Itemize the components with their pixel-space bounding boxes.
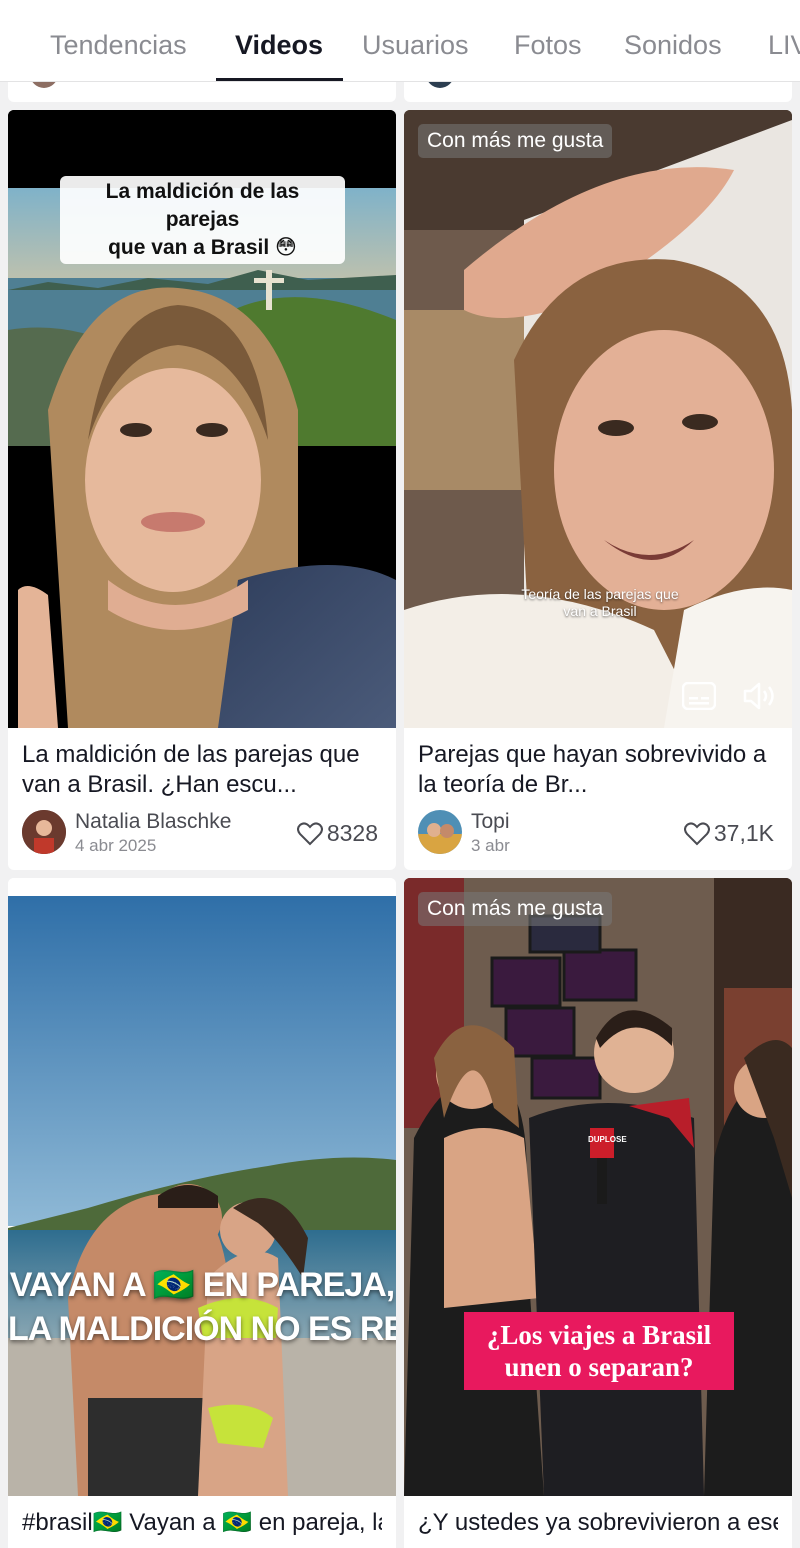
captions-icon[interactable]	[682, 682, 716, 710]
overlay-caption: ¿Los viajes a Brasil unen o separan?	[464, 1312, 734, 1390]
avatar-image	[418, 810, 462, 854]
tab-usuarios[interactable]: Usuarios	[362, 30, 469, 61]
overlay-caption-line: unen o separan?	[504, 1352, 694, 1382]
tab-fotos[interactable]: Fotos	[514, 30, 582, 61]
like-count: 37,1K	[683, 820, 774, 847]
sound-icon[interactable]	[742, 680, 778, 712]
thumbnail-image	[8, 878, 396, 1496]
video-card[interactable]: Con más me gusta Teoría de las parejas q…	[404, 110, 792, 870]
video-card[interactable]: Con más me gusta DUPLOSE ¿Los viajes a B…	[404, 878, 792, 1548]
tab-tendencias[interactable]: Tendencias	[50, 30, 187, 61]
video-thumbnail[interactable]: Con más me gusta DUPLOSE ¿Los viajes a B…	[404, 878, 792, 1496]
like-count-value: 37,1K	[713, 820, 774, 846]
post-date: 3 abr	[471, 836, 510, 855]
tab-sonidos[interactable]: Sonidos	[624, 30, 722, 61]
thumbnail-image	[404, 110, 792, 728]
post-date: 4 abr 2025	[75, 836, 157, 855]
video-thumbnail[interactable]: VAYAN A 🇧🇷 EN PAREJA, LA MALDICIÓN NO ES…	[8, 878, 396, 1496]
author-name[interactable]: Natalia Blaschke	[75, 810, 231, 834]
video-thumbnail[interactable]: La maldición de las parejas que van a Br…	[8, 110, 396, 728]
overlay-caption-line: VAYAN A 🇧🇷 EN PAREJA,	[9, 1266, 395, 1304]
avatar[interactable]	[22, 810, 66, 854]
overlay-caption: VAYAN A 🇧🇷 EN PAREJA, LA MALDICIÓN NO ES…	[8, 1263, 396, 1351]
video-title[interactable]: La maldición de las parejas que van a Br…	[22, 740, 382, 800]
previous-card-fragment[interactable]	[8, 68, 396, 102]
author-name[interactable]: Topi	[471, 810, 510, 834]
previous-card-fragment[interactable]	[404, 68, 792, 102]
avatar-image	[22, 810, 66, 854]
video-card[interactable]: La maldición de las parejas que van a Br…	[8, 110, 396, 870]
like-count-value: 8328	[326, 820, 378, 846]
video-title[interactable]: Parejas que hayan sobrevivido a la teorí…	[418, 740, 778, 800]
tab-videos[interactable]: Videos	[235, 30, 323, 61]
mic-brand-label: DUPLOSE	[588, 1135, 627, 1144]
most-liked-badge: Con más me gusta	[418, 892, 613, 926]
heart-icon	[296, 821, 323, 845]
avatar[interactable]	[418, 810, 462, 854]
overlay-caption-line: ¿Los viajes a Brasil	[486, 1320, 712, 1350]
active-tab-indicator	[216, 78, 343, 81]
overlay-caption: Teoría de las parejas que van a Brasil	[521, 586, 679, 619]
video-thumbnail[interactable]: Con más me gusta Teoría de las parejas q…	[404, 110, 792, 728]
overlay-caption-line: LA MALDICIÓN NO ES REAL 💘	[8, 1310, 396, 1348]
video-title[interactable]: #brasil🇧🇷 Vayan a 🇧🇷 en pareja, la maldi…	[22, 1508, 382, 1548]
like-count: 8328	[296, 820, 378, 847]
search-tabs: Tendencias Videos Usuarios Fotos Sonidos…	[0, 0, 800, 82]
thumbnail-image	[404, 878, 792, 1496]
overlay-caption: La maldición de las parejas que van a Br…	[60, 176, 345, 264]
video-card[interactable]: VAYAN A 🇧🇷 EN PAREJA, LA MALDICIÓN NO ES…	[8, 878, 396, 1548]
tab-live[interactable]: LIVE	[768, 30, 800, 61]
most-liked-badge: Con más me gusta	[418, 124, 613, 158]
video-title[interactable]: ¿Y ustedes ya sobrevivieron a ese viaje …	[418, 1508, 778, 1548]
heart-icon	[683, 821, 710, 845]
